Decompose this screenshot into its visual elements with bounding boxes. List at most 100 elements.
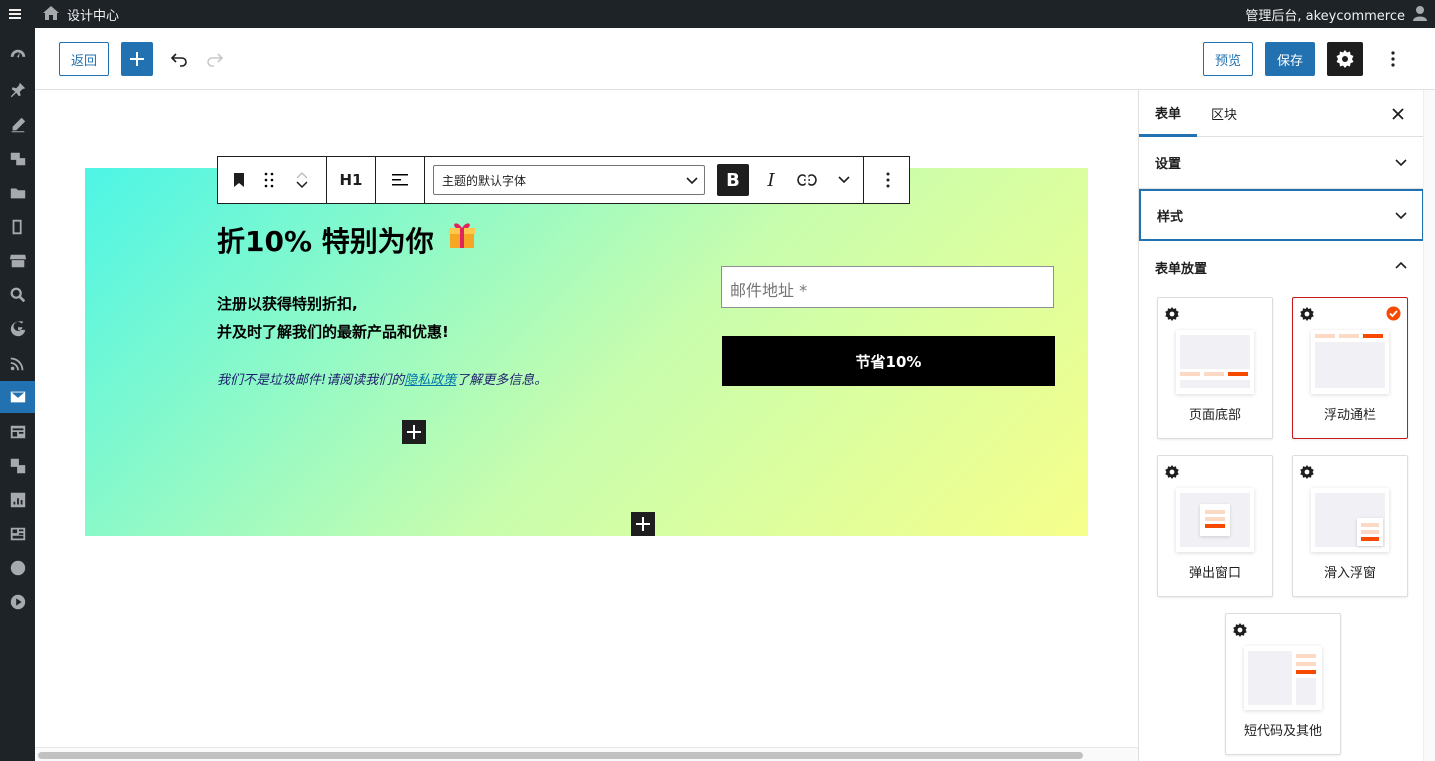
plus-icon xyxy=(636,517,650,531)
admin-menu xyxy=(0,28,35,761)
gear-icon xyxy=(1336,50,1354,68)
link-icon xyxy=(797,173,817,187)
chevron-down-icon[interactable] xyxy=(295,180,309,190)
placement-label: 浮动通栏 xyxy=(1323,408,1376,423)
undo-icon xyxy=(170,53,187,67)
placement-slide-in[interactable]: 滑入浮窗 xyxy=(1292,455,1408,597)
save-button[interactable]: 保存 xyxy=(1265,42,1315,76)
privacy-note[interactable]: 我们不是垃圾邮件!请阅读我们的隐私政策了解更多信息。 xyxy=(217,369,547,388)
scrollbar-thumb[interactable] xyxy=(38,752,1083,759)
rss-icon[interactable] xyxy=(0,347,35,379)
chevron-down-icon xyxy=(1395,159,1407,167)
settings-button[interactable] xyxy=(1327,42,1363,76)
redo-button[interactable] xyxy=(199,43,231,75)
heading-level-button[interactable]: H1 xyxy=(327,157,375,203)
add-block-inline-button[interactable] xyxy=(402,420,426,444)
more-vertical-icon xyxy=(1391,51,1395,67)
align-button[interactable] xyxy=(376,157,424,203)
gear-icon[interactable] xyxy=(1232,622,1248,638)
redo-icon xyxy=(207,53,224,67)
privacy-policy-link[interactable]: 隐私政策 xyxy=(404,373,456,388)
tab-form[interactable]: 表单 xyxy=(1139,90,1198,137)
globe-icon[interactable] xyxy=(0,552,35,584)
mail-icon[interactable] xyxy=(0,381,35,413)
plus-icon xyxy=(407,425,421,439)
panel-placement[interactable]: 表单放置 xyxy=(1139,241,1424,293)
gear-icon[interactable] xyxy=(1164,464,1180,480)
privacy-note-suffix: 了解更多信息。 xyxy=(456,373,548,388)
submit-button[interactable]: 节省10% xyxy=(722,336,1055,386)
store-icon[interactable] xyxy=(0,245,35,277)
tab-block[interactable]: 区块 xyxy=(1195,90,1253,137)
layout-icon[interactable] xyxy=(0,518,35,550)
gear-icon[interactable] xyxy=(1299,306,1315,322)
placement-popup[interactable]: 弹出窗口 xyxy=(1157,455,1273,597)
user-avatar-icon[interactable] xyxy=(1411,4,1429,22)
dashboard-icon[interactable] xyxy=(0,40,35,72)
placement-label: 页面底部 xyxy=(1188,408,1241,423)
panel-styles-title: 样式 xyxy=(1157,209,1184,225)
placement-page-bottom[interactable]: 页面底部 xyxy=(1157,297,1273,439)
chevron-down-icon xyxy=(1395,212,1407,220)
back-button[interactable]: 返回 xyxy=(59,42,109,76)
bold-button[interactable]: B xyxy=(717,164,749,196)
form-block[interactable]: 折10% 特别为你 注册以获得特别折扣, 并及时了解我们的最新产品和优惠! 我们… xyxy=(85,168,1088,536)
more-format-button[interactable] xyxy=(825,157,863,203)
placement-label: 弹出窗口 xyxy=(1188,566,1241,581)
panel-styles[interactable]: 样式 xyxy=(1139,189,1424,241)
settings-sidebar: 表单 区块 设置 样式 表单放置 页面底部 浮动通栏 弹出窗口 滑入浮窗 短代码… xyxy=(1138,90,1435,761)
italic-button[interactable]: I xyxy=(753,157,789,203)
form-description[interactable]: 注册以获得特别折扣, 并及时了解我们的最新产品和优惠! xyxy=(217,290,449,346)
move-buttons[interactable] xyxy=(278,157,326,203)
pages-icon[interactable] xyxy=(0,211,35,243)
block-type-button[interactable] xyxy=(218,157,260,203)
more-options-button[interactable] xyxy=(1377,43,1409,75)
g-icon[interactable] xyxy=(0,313,35,345)
undo-button[interactable] xyxy=(163,43,195,75)
shortcode-preview xyxy=(1244,646,1322,710)
placement-floating-bar[interactable]: 浮动通栏 xyxy=(1292,297,1408,439)
media-icon[interactable] xyxy=(0,143,35,175)
site-title[interactable]: 设计中心 xyxy=(67,5,119,24)
forms-icon[interactable] xyxy=(0,416,35,448)
gear-icon[interactable] xyxy=(1299,464,1315,480)
gift-icon xyxy=(449,223,475,248)
font-family-value: 主题的默认字体 xyxy=(442,173,527,188)
drag-handle-icon xyxy=(264,172,274,188)
translate-icon[interactable] xyxy=(0,450,35,482)
admin-bar: 设计中心 管理后台, akeycommerce xyxy=(0,0,1435,28)
link-button[interactable] xyxy=(789,157,825,203)
search-icon[interactable] xyxy=(0,279,35,311)
chevron-up-icon xyxy=(1395,261,1407,269)
close-sidebar-button[interactable] xyxy=(1389,105,1407,123)
chevron-up-icon[interactable] xyxy=(295,170,309,180)
menu-toggle-icon[interactable] xyxy=(9,5,23,23)
plus-icon xyxy=(130,52,144,66)
font-family-select[interactable]: 主题的默认字体 xyxy=(433,165,705,195)
account-link[interactable]: 管理后台, akeycommerce xyxy=(1245,5,1405,24)
close-icon xyxy=(1392,108,1404,120)
play-icon[interactable] xyxy=(0,586,35,618)
home-icon[interactable] xyxy=(42,4,60,22)
pencil-icon[interactable] xyxy=(0,109,35,141)
gear-icon[interactable] xyxy=(1164,306,1180,322)
popup-preview xyxy=(1176,488,1254,552)
pin-icon[interactable] xyxy=(0,74,35,106)
sidebar-scrollbar[interactable] xyxy=(1423,90,1435,761)
add-block-button[interactable] xyxy=(121,42,153,76)
form-heading[interactable]: 折10% 特别为你 xyxy=(217,220,434,260)
block-options-button[interactable] xyxy=(864,157,912,203)
description-line-1: 注册以获得特别折扣, xyxy=(217,295,358,313)
drag-handle[interactable] xyxy=(260,157,278,203)
folder-icon[interactable] xyxy=(0,177,35,209)
panel-settings[interactable]: 设置 xyxy=(1139,137,1424,189)
horizontal-scrollbar[interactable] xyxy=(35,747,1138,761)
align-left-icon xyxy=(392,174,408,186)
stats-icon[interactable] xyxy=(0,484,35,516)
preview-button[interactable]: 预览 xyxy=(1203,42,1253,76)
placement-label: 短代码及其他 xyxy=(1243,724,1322,739)
email-input[interactable]: 邮件地址 * xyxy=(721,266,1054,308)
placement-shortcode[interactable]: 短代码及其他 xyxy=(1225,613,1341,755)
add-block-below-button[interactable] xyxy=(631,512,655,536)
chevron-down-icon xyxy=(686,177,698,185)
